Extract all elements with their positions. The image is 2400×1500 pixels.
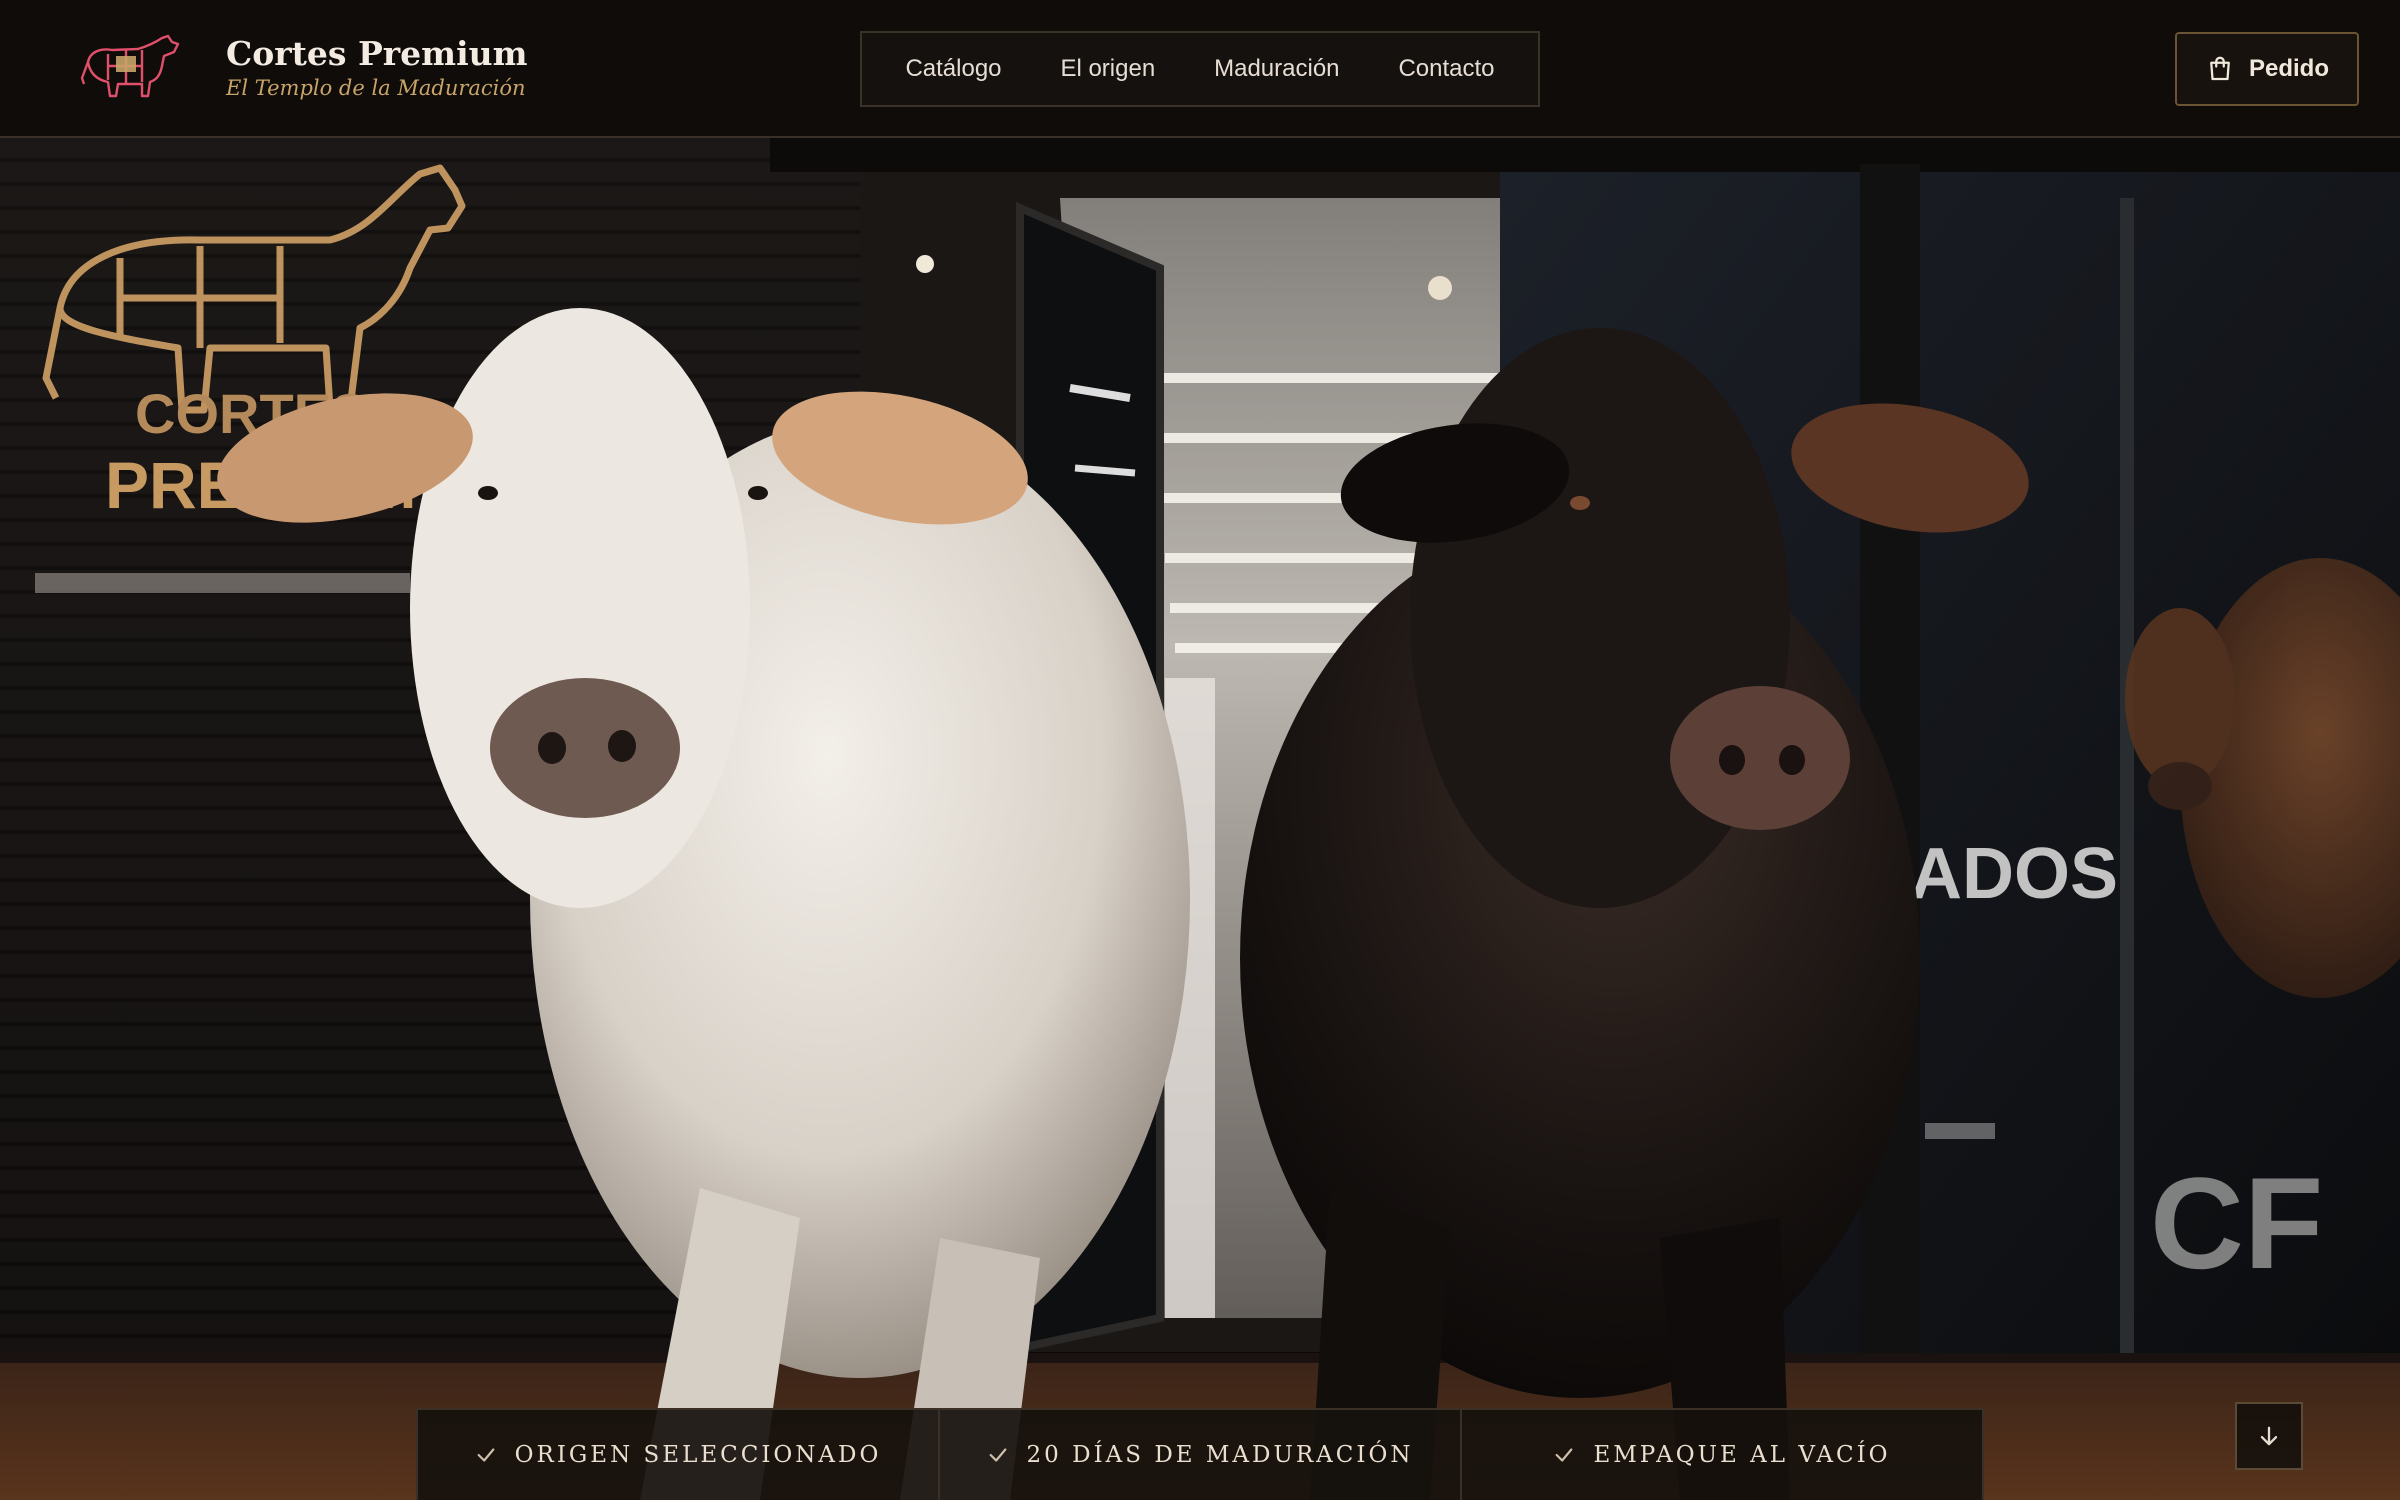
bull-logo-icon [80, 34, 180, 98]
feature-origen: ORIGEN SELECCIONADO [418, 1410, 940, 1500]
window-emblem: CF [2150, 1150, 2323, 1296]
features-bar: ORIGEN SELECCIONADO 20 DÍAS DE MADURACIÓ… [416, 1408, 1984, 1500]
brand-title: Cortes Premium [226, 33, 528, 73]
nav-link-catalogo[interactable]: Catálogo [905, 55, 1001, 83]
feature-label: 20 DÍAS DE MADURACIÓN [1026, 1442, 1414, 1468]
scroll-down-button[interactable] [2235, 1402, 2303, 1470]
window-text: ADOS [1910, 834, 2118, 914]
order-button-label: Pedido [2248, 55, 2329, 82]
shopping-bag-icon [2210, 56, 2230, 81]
check-icon [989, 1448, 1006, 1462]
brand[interactable]: Cortes Premium El Templo de la Maduració… [78, 32, 528, 104]
feature-label: ORIGEN SELECCIONADO [514, 1442, 882, 1468]
feature-empaque: EMPAQUE AL VACÍO [1462, 1410, 1982, 1500]
main-nav: Catálogo El origen Maduración Contacto [860, 31, 1540, 107]
check-icon [1556, 1448, 1573, 1462]
hero-image: CORTES PREMIUM ADOS CF [0, 138, 2400, 1500]
brand-text: Cortes Premium El Templo de la Maduració… [226, 33, 528, 101]
feature-maduracion: 20 DÍAS DE MADURACIÓN [940, 1410, 1462, 1500]
nav-link-maduracion[interactable]: Maduración [1214, 55, 1339, 83]
feature-label: EMPAQUE AL VACÍO [1593, 1442, 1891, 1468]
nav-link-contacto[interactable]: Contacto [1398, 55, 1494, 83]
nav-link-el-origen[interactable]: El origen [1060, 55, 1155, 83]
arrow-down-icon [2260, 1426, 2278, 1446]
check-icon [477, 1448, 495, 1462]
site-header: Cortes Premium El Templo de la Maduració… [0, 0, 2400, 138]
brand-tagline: El Templo de la Maduración [226, 76, 526, 101]
order-button[interactable]: Pedido [2175, 32, 2359, 106]
hero-section: CORTES PREMIUM ADOS CF [0, 138, 2400, 1500]
